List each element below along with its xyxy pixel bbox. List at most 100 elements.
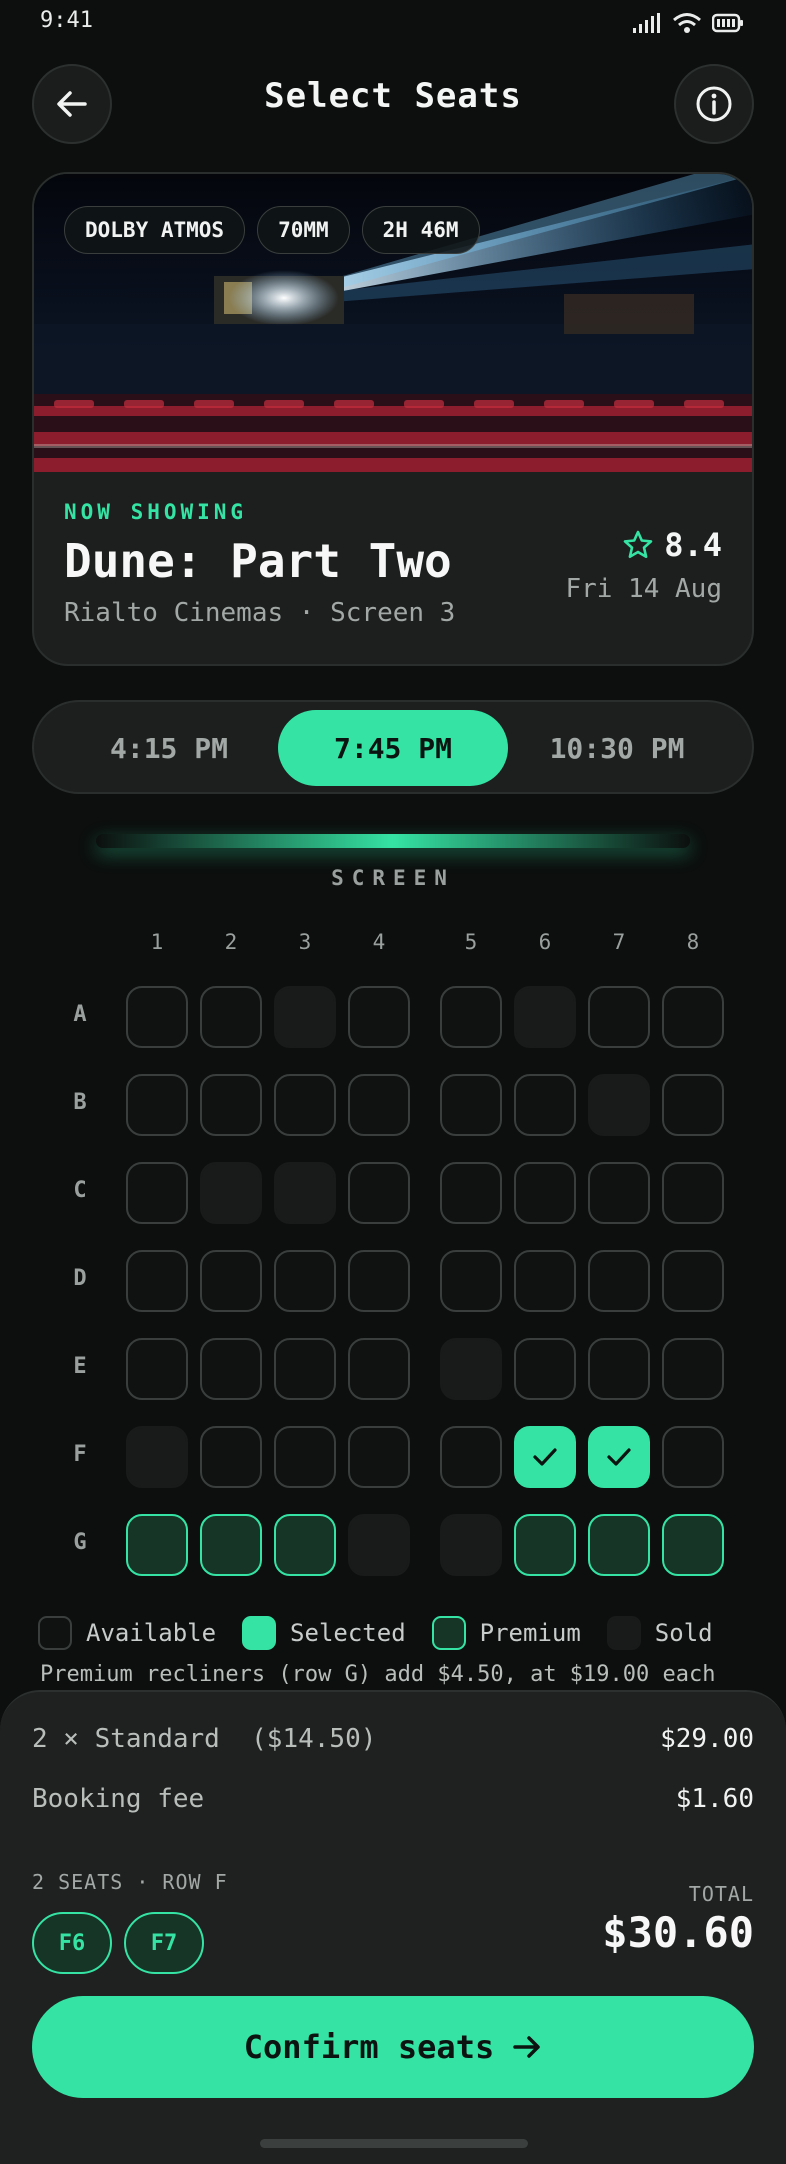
info-button[interactable] — [674, 64, 754, 144]
movie-title: Dune: Part Two — [64, 534, 452, 588]
tag-70mm: 70MM — [257, 206, 350, 254]
showtime-selector: 4:15 PM 7:45 PM 10:30 PM — [32, 700, 754, 794]
venue-text: Rialto Cinemas · Screen 3 — [64, 598, 456, 628]
seat-a3-sold — [274, 986, 336, 1048]
seat-g2-premium[interactable] — [200, 1514, 262, 1576]
seat-f6-selected[interactable] — [514, 1426, 576, 1488]
booking-fee-value: $1.60 — [675, 1784, 754, 1814]
seat-a4-available[interactable] — [348, 986, 410, 1048]
seat-e1-available[interactable] — [126, 1338, 188, 1400]
seat-c8-available[interactable] — [662, 1162, 724, 1224]
seat-a2-available[interactable] — [200, 986, 262, 1048]
standard-line-label: 2 × Standard ($14.50) — [32, 1724, 377, 1754]
seat-c2-sold — [200, 1162, 262, 1224]
seat-c1-available[interactable] — [126, 1162, 188, 1224]
seat-b5-available[interactable] — [440, 1074, 502, 1136]
legend-label-premium: Premium — [479, 1619, 581, 1647]
column-number-6: 6 — [538, 930, 552, 954]
seat-g3-premium[interactable] — [274, 1514, 336, 1576]
row-label-d: D — [73, 1266, 87, 1291]
legend-selected: Selected — [242, 1616, 406, 1650]
legend-swatch-sold — [606, 1616, 641, 1650]
seat-f1-sold — [126, 1426, 188, 1488]
seat-c7-available[interactable] — [588, 1162, 650, 1224]
seat-a8-available[interactable] — [662, 986, 724, 1048]
column-number-1: 1 — [150, 930, 164, 954]
seat-b3-available[interactable] — [274, 1074, 336, 1136]
confirm-seats-button[interactable]: Confirm seats — [32, 1996, 754, 2098]
seat-d8-available[interactable] — [662, 1250, 724, 1312]
seat-e4-available[interactable] — [348, 1338, 410, 1400]
row-label-f: F — [73, 1442, 87, 1467]
seat-f8-available[interactable] — [662, 1426, 724, 1488]
seat-f2-available[interactable] — [200, 1426, 262, 1488]
standard-line-value: $29.00 — [660, 1724, 754, 1754]
rating: 8.4 — [622, 526, 722, 564]
seat-chip-f7[interactable]: F7 — [124, 1912, 204, 1974]
seat-d4-available[interactable] — [348, 1250, 410, 1312]
seat-d1-available[interactable] — [126, 1250, 188, 1312]
showtime-1030[interactable]: 10:30 PM — [502, 710, 732, 786]
screen-indicator — [96, 834, 690, 848]
row-label-c: C — [73, 1178, 87, 1203]
seat-d7-available[interactable] — [588, 1250, 650, 1312]
seat-e2-available[interactable] — [200, 1338, 262, 1400]
seat-a7-available[interactable] — [588, 986, 650, 1048]
star-icon — [623, 530, 653, 558]
signal-icon — [633, 13, 660, 33]
seat-c6-available[interactable] — [514, 1162, 576, 1224]
status-time: 9:41 — [40, 8, 93, 33]
seat-d6-available[interactable] — [514, 1250, 576, 1312]
movie-card: DOLBY ATMOS 70MM 2H 46M NOW SHOWING Dune… — [32, 172, 754, 666]
format-tags: DOLBY ATMOS 70MM 2H 46M — [64, 206, 480, 254]
seat-b8-available[interactable] — [662, 1074, 724, 1136]
seat-d5-available[interactable] — [440, 1250, 502, 1312]
seat-f3-available[interactable] — [274, 1426, 336, 1488]
seat-e5-sold — [440, 1338, 502, 1400]
seat-b6-available[interactable] — [514, 1074, 576, 1136]
check-icon — [533, 1448, 557, 1466]
showing-date: Fri 14 Aug — [565, 574, 722, 604]
seat-a6-sold — [514, 986, 576, 1048]
seat-e3-available[interactable] — [274, 1338, 336, 1400]
seat-b1-available[interactable] — [126, 1074, 188, 1136]
legend-swatch-available — [38, 1616, 72, 1650]
seat-f4-available[interactable] — [348, 1426, 410, 1488]
wifi-icon — [673, 13, 701, 33]
rating-value: 8.4 — [664, 526, 722, 564]
seat-f7-selected[interactable] — [588, 1426, 650, 1488]
seat-g5-sold — [440, 1514, 502, 1576]
seat-g7-premium[interactable] — [588, 1514, 650, 1576]
legend-sold: Sold — [606, 1616, 713, 1650]
column-number-3: 3 — [298, 930, 312, 954]
legend-swatch-selected — [242, 1616, 277, 1650]
seat-g6-premium[interactable] — [514, 1514, 576, 1576]
tag-runtime: 2H 46M — [361, 206, 480, 254]
now-showing-badge: NOW SHOWING — [64, 500, 248, 524]
check-icon — [607, 1448, 631, 1466]
seat-a1-available[interactable] — [126, 986, 188, 1048]
legend-premium: Premium — [431, 1616, 581, 1650]
seat-a5-available[interactable] — [440, 986, 502, 1048]
seat-c4-available[interactable] — [348, 1162, 410, 1224]
seats-caption: 2 SEATS · ROW F — [32, 1870, 228, 1894]
seat-chip-f6[interactable]: F6 — [32, 1912, 112, 1974]
seat-d3-available[interactable] — [274, 1250, 336, 1312]
showtime-415[interactable]: 4:15 PM — [54, 710, 284, 786]
seat-b4-available[interactable] — [348, 1074, 410, 1136]
arrow-right-icon — [513, 2036, 540, 2058]
total-value: $30.60 — [602, 1908, 754, 1957]
movie-poster: DOLBY ATMOS 70MM 2H 46M — [34, 174, 752, 472]
seat-b2-available[interactable] — [200, 1074, 262, 1136]
seat-g8-premium[interactable] — [662, 1514, 724, 1576]
showtime-745[interactable]: 7:45 PM — [278, 710, 508, 786]
row-label-e: E — [73, 1354, 87, 1379]
seat-g1-premium[interactable] — [126, 1514, 188, 1576]
seat-e6-available[interactable] — [514, 1338, 576, 1400]
legend-label-sold: Sold — [654, 1619, 713, 1647]
seat-c5-available[interactable] — [440, 1162, 502, 1224]
seat-e8-available[interactable] — [662, 1338, 724, 1400]
seat-f5-available[interactable] — [440, 1426, 502, 1488]
seat-d2-available[interactable] — [200, 1250, 262, 1312]
seat-e7-available[interactable] — [588, 1338, 650, 1400]
